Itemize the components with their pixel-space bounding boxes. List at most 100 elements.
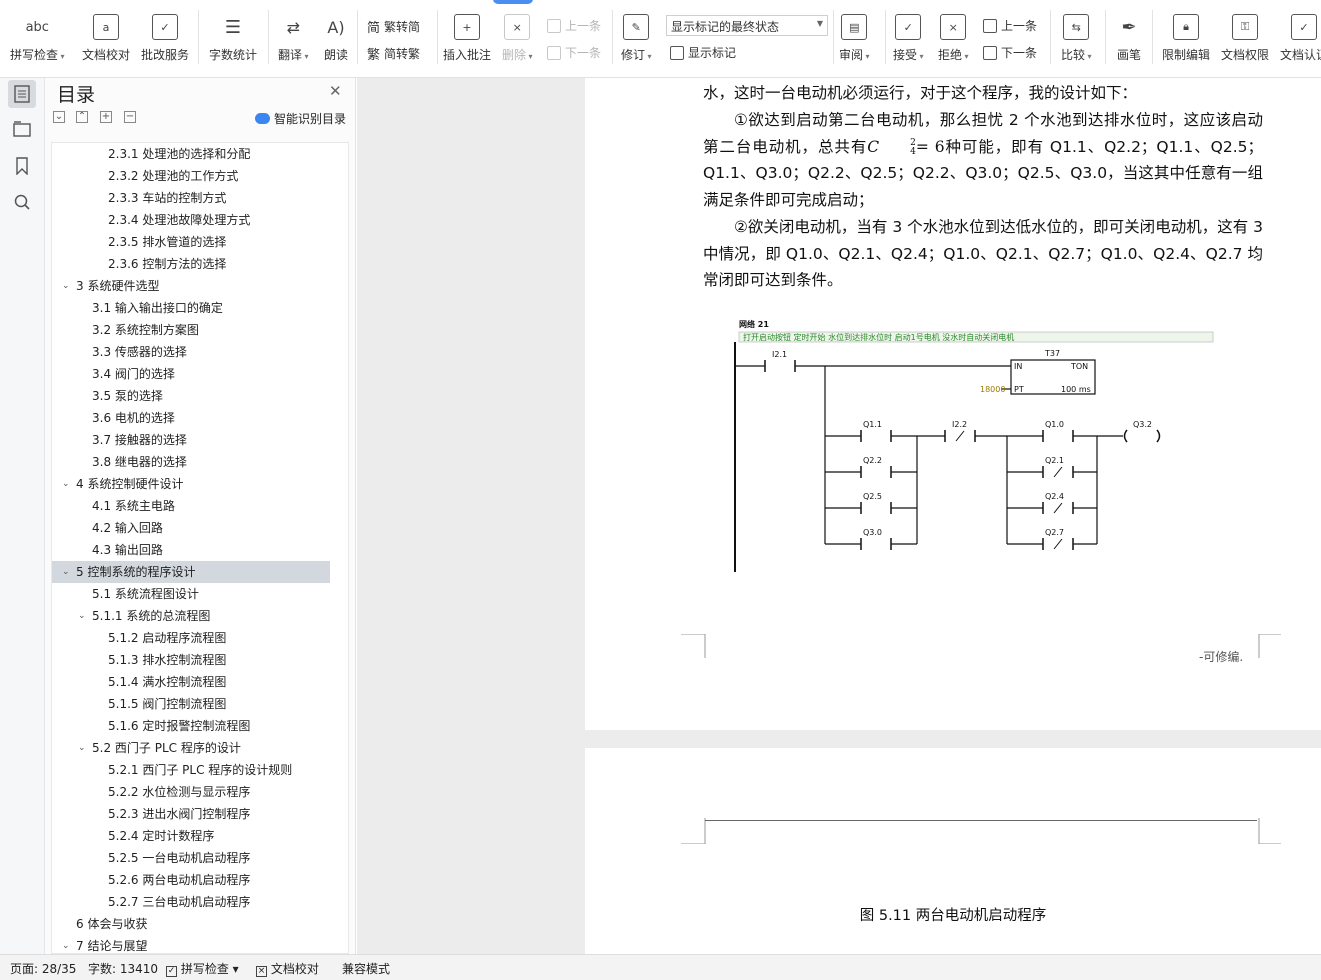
revise-button[interactable]: ✎ 修订 (621, 14, 652, 63)
compare-button[interactable]: ⇆ 比较 (1061, 14, 1092, 63)
next-comment-icon (547, 45, 561, 60)
restrict-edit-button[interactable]: 🔒︎ 限制编辑 (1162, 14, 1210, 63)
toc-item[interactable]: ⌄ 7 结论与展望 (52, 935, 330, 953)
toc-item-label: 3.3 传感器的选择 (92, 345, 187, 359)
smart-bot-icon (255, 113, 270, 124)
toc-item[interactable]: 5.1.2 启动程序流程图 (52, 627, 330, 649)
toc-item-label: 2.3.3 车站的控制方式 (108, 191, 227, 205)
read-aloud-button[interactable]: A) 朗读 (323, 14, 349, 63)
delete-comment-button[interactable]: × 删除 (502, 14, 533, 63)
chevron-down-icon[interactable]: ⌄ (62, 561, 70, 583)
toc-item[interactable]: 3.3 传感器的选择 (52, 341, 330, 363)
toc-item[interactable]: 5.1.3 排水控制流程图 (52, 649, 330, 671)
toc-panel-button[interactable] (8, 80, 36, 108)
toc-item-label: 6 体会与收获 (76, 917, 148, 931)
doc-rights-button[interactable]: ⚿ 文档权限 (1221, 14, 1269, 63)
toc-item[interactable]: 5.2.1 西门子 PLC 程序的设计规则 (52, 759, 330, 781)
toc-item[interactable]: 5.2.5 一台电动机启动程序 (52, 847, 330, 869)
next-change-button[interactable]: 下一条 (983, 44, 1037, 61)
word-count-indicator[interactable]: 字数: 13410 (88, 960, 158, 977)
expand-all-icon[interactable]: ⌄ (53, 111, 65, 123)
prev-comment-button[interactable]: 上一条 (547, 17, 601, 34)
translate-button[interactable]: ⇄ 翻译 (278, 14, 309, 63)
toc-item-label: 5.2 西门子 PLC 程序的设计 (92, 741, 241, 755)
toc-item[interactable]: 5.2.6 两台电动机启动程序 (52, 869, 330, 891)
add-heading-icon[interactable]: + (100, 111, 112, 123)
doc-proof-button[interactable]: a 文档校对 (82, 14, 130, 63)
navigation-button[interactable] (8, 115, 36, 143)
chevron-down-icon[interactable]: ⌄ (62, 935, 70, 953)
insert-comment-button[interactable]: + 插入批注 (443, 14, 491, 63)
toc-item[interactable]: 4.2 输入回路 (52, 517, 330, 539)
toc-item[interactable]: ⌄ 5.1.1 系统的总流程图 (52, 605, 330, 627)
toc-item[interactable]: 2.3.6 控制方法的选择 (52, 253, 330, 275)
toc-item[interactable]: 3.8 继电器的选择 (52, 451, 330, 473)
toc-item[interactable]: 3.4 阀门的选择 (52, 363, 330, 385)
toc-item[interactable]: 2.3.2 处理池的工作方式 (52, 165, 330, 187)
search-button[interactable] (8, 188, 36, 216)
chevron-down-icon[interactable]: ⌄ (62, 275, 70, 297)
toc-item[interactable]: 3.2 系统控制方案图 (52, 319, 330, 341)
doc-auth-button[interactable]: ✓ 文档认证 (1280, 14, 1321, 63)
prev-change-button[interactable]: 上一条 (983, 17, 1037, 34)
markup-state-select[interactable]: 显示标记的最终状态 ▼ (666, 15, 828, 36)
toc-item[interactable]: 5.2.2 水位检测与显示程序 (52, 781, 330, 803)
review-pane-button[interactable]: ▤ 审阅 (839, 14, 870, 63)
toc-item[interactable]: 5.2.3 进出水阀门控制程序 (52, 803, 330, 825)
show-markup-button[interactable]: 显示标记 (670, 44, 736, 61)
toc-item[interactable]: ⌄ 5 控制系统的程序设计 (52, 561, 330, 583)
toc-item-label: 3.5 泵的选择 (92, 389, 163, 403)
chevron-down-icon[interactable]: ⌄ (78, 737, 86, 759)
trad-to-simp-button[interactable]: 简 繁转简 (367, 17, 420, 36)
review-service-button[interactable]: ✓ 批改服务 (141, 14, 189, 63)
toc-item[interactable]: 3.1 输入输出接口的确定 (52, 297, 330, 319)
smart-toc-button[interactable]: 智能识别目录 (255, 110, 346, 127)
toc-item[interactable]: 5.2.7 三台电动机启动程序 (52, 891, 330, 913)
toc-item[interactable]: 5.2.4 定时计数程序 (52, 825, 330, 847)
network-label: 网络 21 (739, 319, 769, 329)
doc-rights-icon: ⚿ (1232, 14, 1258, 40)
toc-item[interactable]: 4.3 输出回路 (52, 539, 330, 561)
chevron-down-icon[interactable]: ⌄ (78, 605, 86, 627)
toc-item[interactable]: 3.5 泵的选择 (52, 385, 330, 407)
bookmark-button[interactable] (8, 152, 36, 180)
toc-item[interactable]: 5.1 系统流程图设计 (52, 583, 330, 605)
contact-i22-nc-slash (955, 430, 965, 442)
contact-label: I2.2 (952, 420, 967, 429)
collapse-all-icon[interactable]: ⌃ (76, 111, 88, 123)
toc-item-label: 3.6 电机的选择 (92, 411, 175, 425)
accept-button[interactable]: ✓ 接受 (893, 14, 924, 63)
next-comment-button[interactable]: 下一条 (547, 44, 601, 61)
simp-to-trad-button[interactable]: 繁 简转繁 (367, 44, 420, 63)
toc-item-label: 5.2.7 三台电动机启动程序 (108, 895, 251, 909)
page-corner-mark (681, 818, 706, 844)
doc-proof-status[interactable]: × 文档校对 (256, 960, 319, 977)
page-indicator[interactable]: 页面: 28/35 (10, 960, 76, 977)
toc-item-label: 4.2 输入回路 (92, 521, 163, 535)
toc-item[interactable]: 2.3.5 排水管道的选择 (52, 231, 330, 253)
toc-item[interactable]: 6 体会与收获 (52, 913, 330, 935)
toc-item[interactable]: ⌄ 5.2 西门子 PLC 程序的设计 (52, 737, 330, 759)
toc-item[interactable]: 4.1 系统主电路 (52, 495, 330, 517)
toc-item[interactable]: 2.3.3 车站的控制方式 (52, 187, 330, 209)
spell-check-button[interactable]: abc 拼写检查 (10, 14, 65, 63)
lock-document-icon: 🔒︎ (1173, 14, 1199, 40)
toc-item[interactable]: 5.1.5 阀门控制流程图 (52, 693, 330, 715)
toc-item[interactable]: 3.6 电机的选择 (52, 407, 330, 429)
spell-check-status[interactable]: ✓ 拼写检查 ▾ (166, 960, 239, 977)
toc-item[interactable]: 2.3.1 处理池的选择和分配 (52, 143, 330, 165)
timer-type: TON (1070, 362, 1088, 371)
word-count-button[interactable]: ☰ 字数统计 (209, 14, 257, 63)
remove-heading-icon[interactable]: − (124, 111, 136, 123)
reject-button[interactable]: × 拒绝 (938, 14, 969, 63)
close-icon[interactable]: ✕ (329, 82, 342, 100)
toc-item[interactable]: ⌄ 4 系统控制硬件设计 (52, 473, 330, 495)
toc-item[interactable]: ⌄ 3 系统硬件选型 (52, 275, 330, 297)
chevron-down-icon[interactable]: ⌄ (62, 473, 70, 495)
separator (1152, 10, 1153, 64)
toc-item[interactable]: 5.1.6 定时报警控制流程图 (52, 715, 330, 737)
toc-item[interactable]: 2.3.4 处理池故障处理方式 (52, 209, 330, 231)
pen-button[interactable]: ✒ 画笔 (1116, 14, 1142, 63)
toc-item[interactable]: 3.7 接触器的选择 (52, 429, 330, 451)
toc-item[interactable]: 5.1.4 满水控制流程图 (52, 671, 330, 693)
